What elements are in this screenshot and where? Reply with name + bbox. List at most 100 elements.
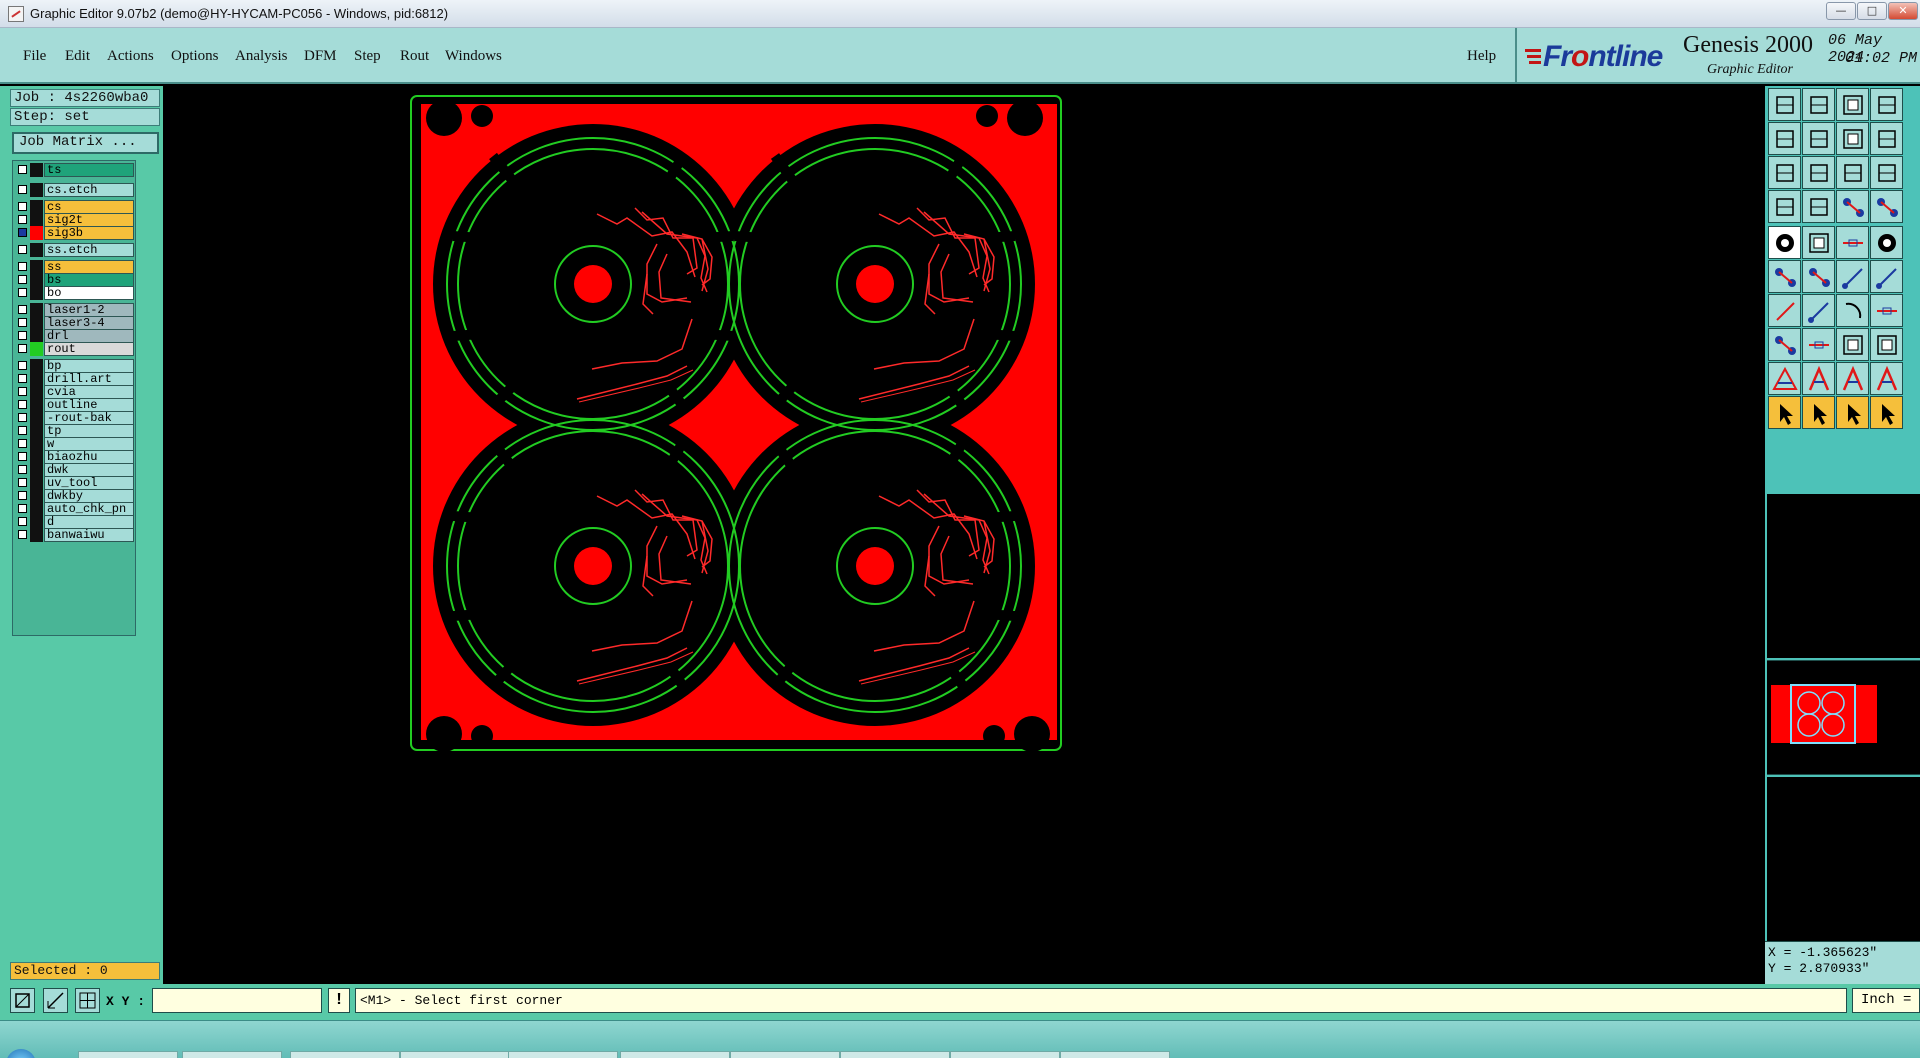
layer-name[interactable]: biaozhu — [44, 450, 134, 464]
layer-checkbox[interactable] — [18, 387, 27, 396]
layer-row-ss[interactable]: ss — [16, 260, 134, 274]
layer-color-swatch[interactable] — [30, 450, 43, 464]
layer-checkbox[interactable] — [18, 465, 27, 474]
layer-name[interactable]: banwaiwu — [44, 528, 134, 542]
layer-name[interactable]: laser1-2 — [44, 303, 134, 317]
layer-name[interactable]: cvia — [44, 385, 134, 399]
layer-checkbox[interactable] — [18, 245, 27, 254]
select-poly-icon[interactable] — [1836, 396, 1869, 429]
execute-button[interactable]: ! — [328, 988, 350, 1013]
snap-pin-icon[interactable] — [1870, 190, 1903, 223]
flip-icon[interactable] — [1836, 122, 1869, 155]
split-icon[interactable] — [1870, 294, 1903, 327]
layer-color-swatch[interactable] — [30, 502, 43, 516]
line-node-alt-icon[interactable] — [1870, 260, 1903, 293]
layer-name[interactable]: drl — [44, 329, 134, 343]
taskbar-item[interactable] — [1060, 1051, 1170, 1058]
zoom-1to1-icon[interactable] — [1836, 156, 1869, 189]
layer-row-dwk[interactable]: dwk — [16, 463, 134, 477]
taskbar-item[interactable] — [620, 1051, 730, 1058]
layer-color-swatch[interactable] — [30, 200, 43, 214]
text-a-alt-icon[interactable] — [1836, 362, 1869, 395]
help-icon[interactable] — [1870, 156, 1903, 189]
start-button[interactable] — [6, 1049, 36, 1058]
overview-map[interactable] — [1767, 660, 1920, 775]
zoom-fit-icon[interactable] — [1768, 156, 1801, 189]
layer-name[interactable]: ss — [44, 260, 134, 274]
taskbar-item[interactable] — [840, 1051, 950, 1058]
layer-name[interactable]: laser3-4 — [44, 316, 134, 330]
layer-row-bs[interactable]: bs — [16, 273, 134, 287]
panel-icon[interactable] — [1870, 88, 1903, 121]
layer-row-sig2t[interactable]: sig2t — [16, 213, 134, 227]
layer-row-ss.etch[interactable]: ss.etch — [16, 243, 134, 257]
text-a-alt2-icon[interactable] — [1870, 362, 1903, 395]
layer-name[interactable]: sig3b — [44, 226, 134, 240]
layer-checkbox[interactable] — [18, 426, 27, 435]
menu-dfm[interactable]: DFM — [304, 48, 337, 65]
layer-name[interactable]: uv_tool — [44, 476, 134, 490]
layer-checkbox[interactable] — [18, 288, 27, 297]
taskbar-item[interactable] — [950, 1051, 1060, 1058]
close-button[interactable]: ✕ — [1888, 2, 1918, 20]
layer-checkbox[interactable] — [18, 374, 27, 383]
layer-row-d[interactable]: d — [16, 515, 134, 529]
layer-color-swatch[interactable] — [30, 342, 43, 356]
layer-color-swatch[interactable] — [30, 398, 43, 412]
layer-row-bo[interactable]: bo — [16, 286, 134, 300]
layer-color-swatch[interactable] — [30, 260, 43, 274]
step-icon[interactable] — [1870, 122, 1903, 155]
layer-row-drl[interactable]: drl — [16, 329, 134, 343]
layer-color-swatch[interactable] — [30, 286, 43, 300]
layer-row-w[interactable]: w — [16, 437, 134, 451]
taskbar-item[interactable] — [730, 1051, 840, 1058]
zoom-window-icon[interactable] — [10, 988, 35, 1013]
layer-row-ts[interactable]: ts — [16, 163, 134, 177]
taskbar-item[interactable] — [290, 1051, 400, 1058]
menu-options[interactable]: Options — [171, 48, 219, 65]
layer-color-swatch[interactable] — [30, 411, 43, 425]
measure-line-icon[interactable] — [43, 988, 68, 1013]
layer-row-cs.etch[interactable]: cs.etch — [16, 183, 134, 197]
taskbar-item[interactable] — [400, 1051, 510, 1058]
layer-name[interactable]: w — [44, 437, 134, 451]
layer-color-swatch[interactable] — [30, 243, 43, 257]
layer-row-dwkby[interactable]: dwkby — [16, 489, 134, 503]
layer-row-auto_chk_pn[interactable]: auto_chk_pn — [16, 502, 134, 516]
layer-name[interactable]: outline — [44, 398, 134, 412]
line-pattern-icon[interactable] — [1836, 226, 1869, 259]
layer-name[interactable]: ss.etch — [44, 243, 134, 257]
layer-color-swatch[interactable] — [30, 303, 43, 317]
layer-name[interactable]: dwkby — [44, 489, 134, 503]
layer-name[interactable]: tp — [44, 424, 134, 438]
layer-name[interactable]: dwk — [44, 463, 134, 477]
measure-icon[interactable] — [1768, 190, 1801, 223]
taskbar-item[interactable] — [182, 1051, 282, 1058]
layer-row-cs[interactable]: cs — [16, 200, 134, 214]
layer-row-biaozhu[interactable]: biaozhu — [16, 450, 134, 464]
move-to-layer-icon[interactable] — [1768, 88, 1801, 121]
layer-checkbox[interactable] — [18, 478, 27, 487]
pad-node-icon[interactable] — [1768, 328, 1801, 361]
menu-help[interactable]: Help — [1467, 48, 1496, 65]
layer-color-swatch[interactable] — [30, 515, 43, 529]
dash-icon[interactable] — [1802, 328, 1835, 361]
minimize-button[interactable]: — — [1826, 2, 1856, 20]
layer-checkbox[interactable] — [18, 491, 27, 500]
menu-windows[interactable]: Windows — [445, 48, 502, 65]
job-matrix-button[interactable]: Job Matrix ... — [12, 132, 159, 154]
dimension-icon[interactable] — [1836, 328, 1869, 361]
menu-rout[interactable]: Rout — [400, 48, 429, 65]
maximize-button[interactable]: □ — [1857, 2, 1887, 20]
layer-row-outline[interactable]: outline — [16, 398, 134, 412]
layer-color-swatch[interactable] — [30, 489, 43, 503]
taskbar-item[interactable] — [78, 1051, 178, 1058]
taskbar-item[interactable] — [508, 1051, 618, 1058]
select-arrow-icon[interactable] — [1768, 396, 1801, 429]
snap-pad-icon[interactable] — [1836, 190, 1869, 223]
layer-checkbox[interactable] — [18, 262, 27, 271]
layer-color-swatch[interactable] — [30, 213, 43, 227]
text-a-icon[interactable] — [1802, 362, 1835, 395]
menu-step[interactable]: Step — [354, 48, 381, 65]
pad-shape-icon[interactable] — [1768, 226, 1801, 259]
